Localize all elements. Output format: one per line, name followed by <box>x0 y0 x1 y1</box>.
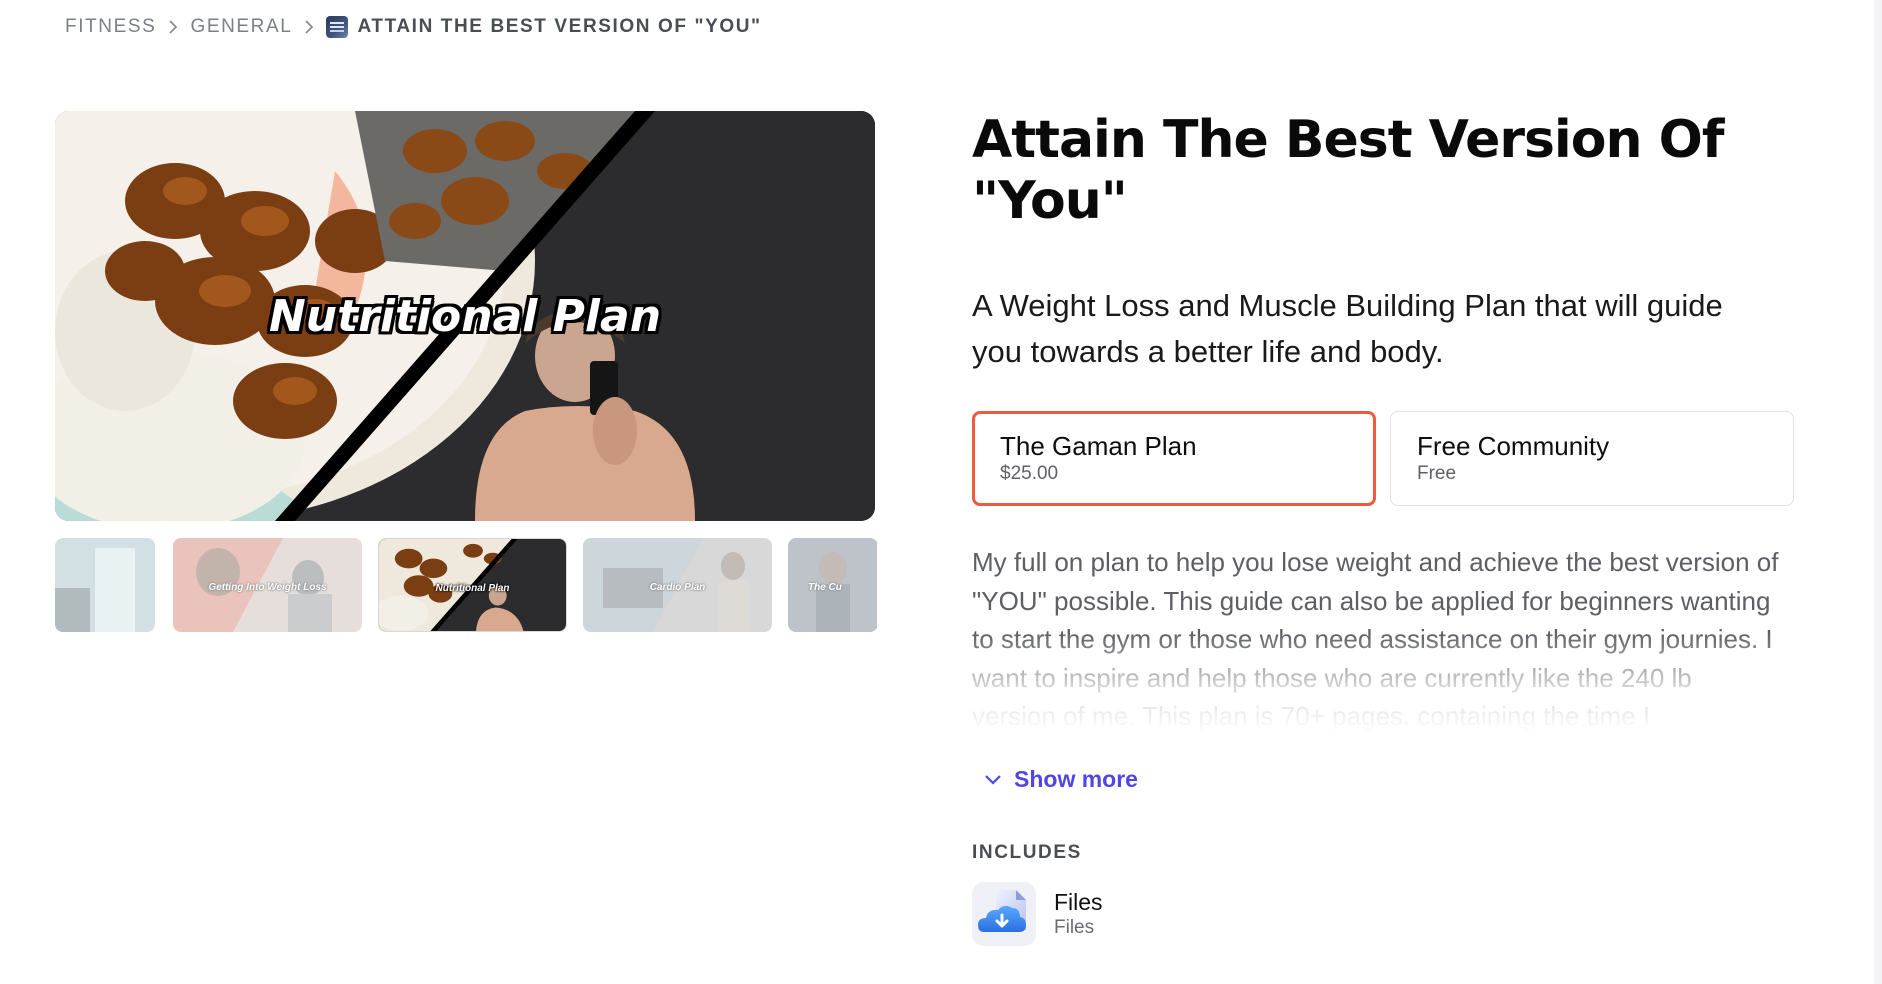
gallery-thumbnail[interactable]: Cardio Plan <box>583 538 772 632</box>
hero-caption: Nutritional Plan <box>268 291 662 342</box>
product-subtitle: A Weight Loss and Muscle Building Plan t… <box>972 288 1723 369</box>
breadcrumb-current: ATTAIN THE BEST VERSION OF "YOU" <box>357 16 762 37</box>
gallery-main-image[interactable]: Nutritional Plan <box>55 111 875 521</box>
plan-option-gaman[interactable]: The Gaman Plan $25.00 <box>972 411 1376 506</box>
chevron-down-icon <box>985 774 1001 785</box>
plan-name: Free Community <box>1417 431 1610 461</box>
includes-heading: INCLUDES <box>972 842 1082 863</box>
description-fade <box>972 633 1782 733</box>
product-description: My full on plan to help you lose weight … <box>972 543 1782 733</box>
plan-price: Free <box>1417 463 1457 484</box>
include-name: Files <box>1054 889 1103 915</box>
gallery-thumbnails: Getting Into Weight Loss Nutritional Pla… <box>55 538 877 632</box>
gallery-thumbnail[interactable] <box>55 538 155 632</box>
include-subtitle: Files <box>1054 917 1095 938</box>
show-more-label: Show more <box>1014 766 1138 792</box>
plan-name: The Gaman Plan <box>1000 431 1197 461</box>
chevron-right-icon <box>292 20 326 34</box>
cloud-download-file-icon <box>972 882 1036 946</box>
breadcrumb: FITNESS GENERAL ATTAIN THE BEST VERSION … <box>65 14 762 40</box>
product-title: Attain The Best Version Of "You" <box>972 110 1724 231</box>
breadcrumb-item-fitness[interactable]: FITNESS <box>65 16 156 38</box>
plan-price: $25.00 <box>1000 463 1059 484</box>
include-text: Files Files <box>1054 888 1103 940</box>
chevron-right-icon <box>156 20 190 34</box>
gallery-thumbnail[interactable]: Getting Into Weight Loss <box>173 538 362 632</box>
gallery-thumbnail-selected[interactable]: Nutritional Plan <box>378 538 567 632</box>
product-thumbnail-icon <box>326 16 349 38</box>
plan-option-free-community[interactable]: Free Community Free <box>1390 411 1794 506</box>
include-item-files: Files Files <box>972 882 1103 946</box>
page-scrollbar[interactable] <box>1874 0 1882 984</box>
breadcrumb-item-general[interactable]: GENERAL <box>190 16 292 38</box>
plan-options: The Gaman Plan $25.00 Free Community Fre… <box>972 411 1794 506</box>
gallery-thumbnail[interactable]: The Cu <box>788 538 877 632</box>
show-more-button[interactable]: Show more <box>984 766 1138 793</box>
